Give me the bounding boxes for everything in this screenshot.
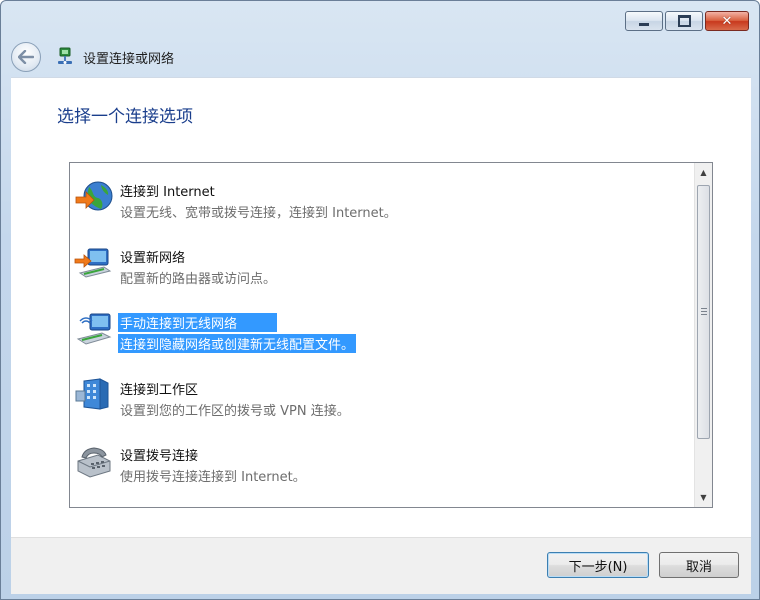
option-title: 设置新网络	[120, 251, 186, 266]
option-connect-internet[interactable]: 连接到 Internet 设置无线、宽带或拨号连接，连接到 Internet。	[72, 165, 688, 227]
option-title: 设置拨号连接	[120, 449, 199, 464]
grip-icon	[701, 308, 707, 317]
scrollbar-thumb[interactable]	[697, 185, 710, 439]
scroll-up-button[interactable]: ▲	[695, 164, 712, 181]
close-button[interactable]: ✕	[705, 11, 749, 31]
connection-options-list[interactable]: 连接到 Internet 设置无线、宽带或拨号连接，连接到 Internet。 …	[69, 162, 713, 508]
option-description: 使用拨号连接连接到 Internet。	[120, 470, 306, 485]
option-title: 连接到 Internet	[120, 185, 215, 200]
scroll-down-icon: ▼	[700, 493, 707, 502]
phone-icon	[77, 447, 111, 478]
option-description: 设置到您的工作区的拨号或 VPN 连接。	[120, 404, 350, 419]
minimize-icon	[639, 22, 649, 26]
vertical-scrollbar[interactable]: ▲ ▼	[694, 163, 712, 507]
option-manual-wireless[interactable]: 手动连接到无线网络 连接到隐藏网络或创建新无线配置文件。	[72, 297, 688, 359]
content-pane: 选择一个连接选项 连接到 Internet 设置无线、宽带或拨号连接，连接到 I…	[11, 77, 751, 538]
minimize-button[interactable]	[625, 11, 663, 31]
back-button[interactable]	[11, 42, 41, 72]
cancel-button[interactable]: 取消	[659, 552, 739, 578]
navigation-bar: 设置连接或网络	[11, 39, 174, 75]
globe-icon	[75, 181, 113, 211]
next-button[interactable]: 下一步(N)	[547, 552, 649, 578]
caption-buttons: ✕	[625, 11, 749, 31]
back-arrow-icon	[18, 50, 34, 64]
page-title: 选择一个连接选项	[57, 107, 193, 127]
option-dialup[interactable]: 设置拨号连接 使用拨号连接连接到 Internet。	[72, 429, 688, 491]
breadcrumb: 设置连接或网络	[83, 51, 175, 67]
network-icon	[58, 47, 72, 64]
wireless-network-icon	[76, 313, 112, 345]
option-description: 配置新的路由器或访问点。	[120, 272, 277, 287]
button-bar: 下一步(N) 取消	[11, 537, 751, 594]
close-icon: ✕	[721, 13, 733, 29]
options-items: 连接到 Internet 设置无线、宽带或拨号连接，连接到 Internet。 …	[70, 163, 690, 507]
maximize-icon	[677, 15, 691, 27]
option-title: 手动连接到无线网络	[118, 313, 278, 332]
option-description: 连接到隐藏网络或创建新无线配置文件。	[118, 334, 357, 353]
option-title: 连接到工作区	[120, 383, 199, 398]
option-workplace[interactable]: 连接到工作区 设置到您的工作区的拨号或 VPN 连接。	[72, 363, 688, 425]
scroll-down-button[interactable]: ▼	[695, 489, 712, 506]
workplace-icon	[75, 378, 109, 410]
option-description: 设置无线、宽带或拨号连接，连接到 Internet。	[120, 206, 397, 221]
maximize-button[interactable]	[665, 11, 703, 31]
router-icon	[74, 248, 112, 278]
option-new-network[interactable]: 设置新网络 配置新的路由器或访问点。	[72, 231, 688, 293]
scroll-up-icon: ▲	[700, 168, 707, 177]
window-frame: ✕ 设置连接或网络 选择一个连接选项 连接到 Internet 设置无线、宽带或…	[0, 0, 760, 600]
